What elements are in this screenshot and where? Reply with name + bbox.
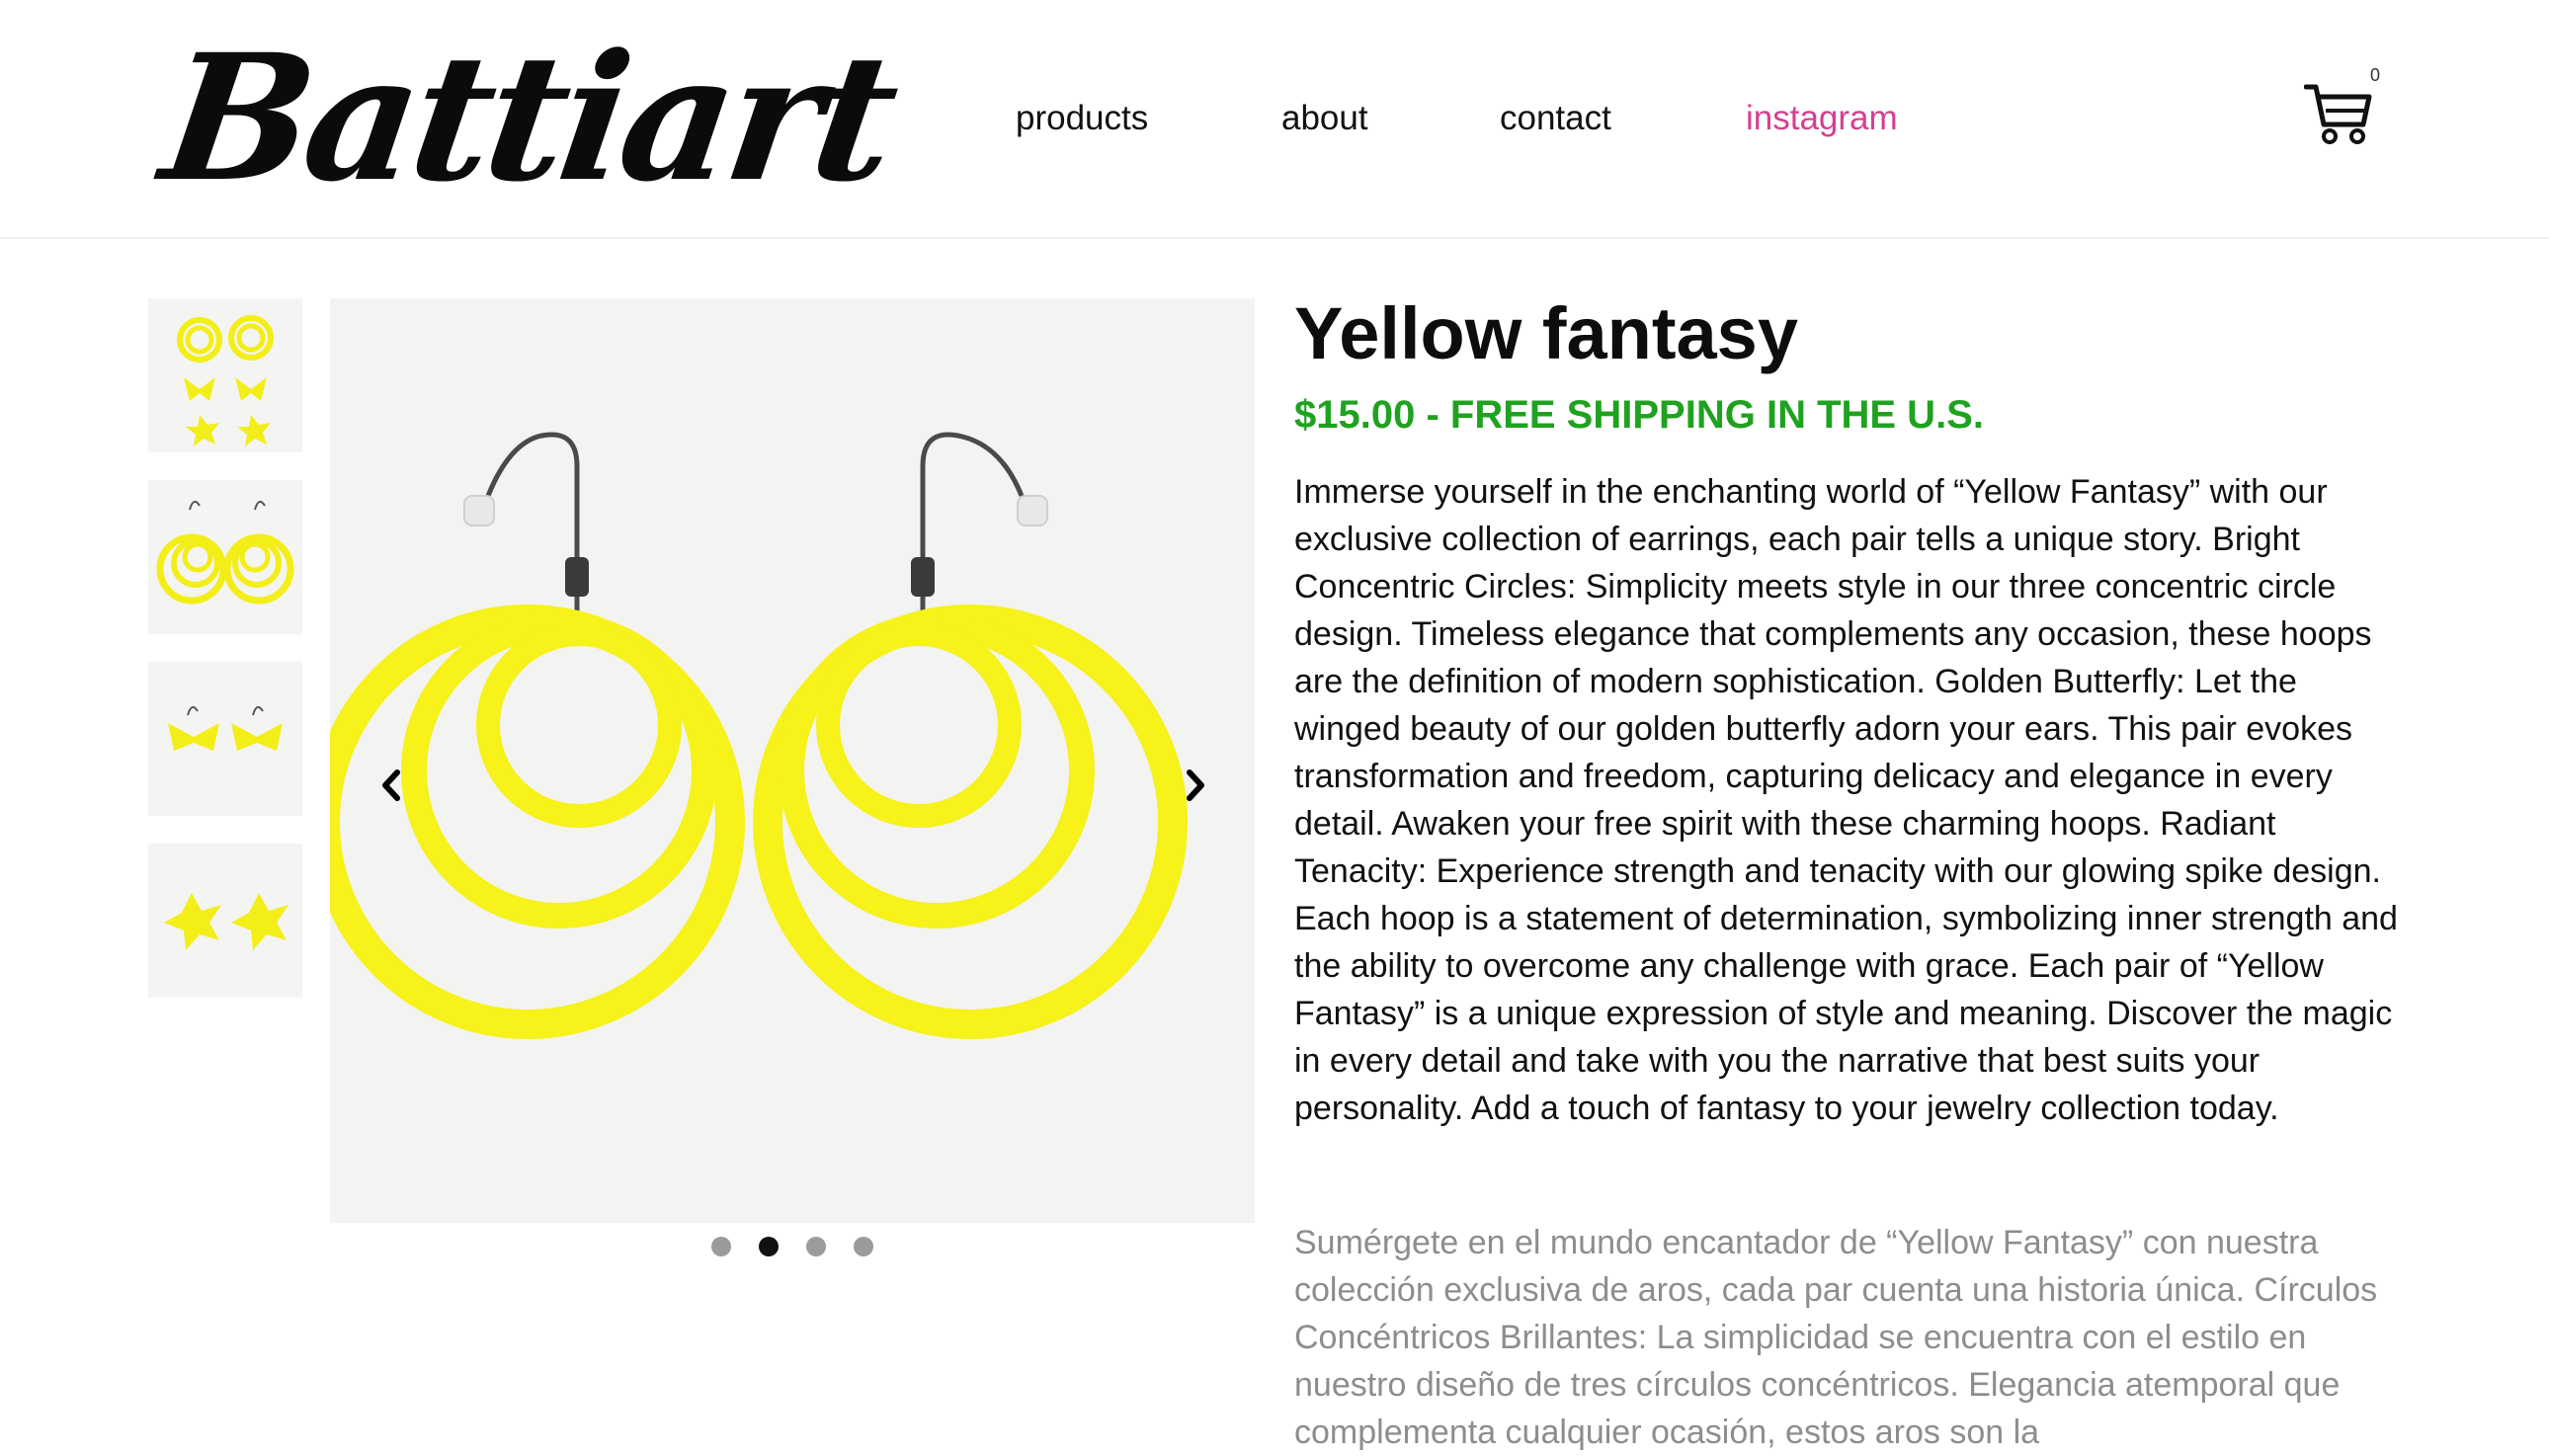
nav-item-instagram[interactable]: instagram bbox=[1746, 89, 1898, 148]
nav-item-products[interactable]: products bbox=[1016, 89, 1148, 148]
nav-item-contact[interactable]: contact bbox=[1500, 89, 1611, 148]
cart-count-badge: 0 bbox=[2370, 65, 2381, 85]
thumbnail-2[interactable] bbox=[148, 480, 302, 634]
brand-logo[interactable]: Battiart bbox=[152, 16, 904, 220]
thumbnail-1[interactable] bbox=[148, 298, 302, 452]
chevron-right-icon bbox=[1187, 769, 1204, 801]
gallery-next-button[interactable] bbox=[1176, 761, 1215, 810]
gallery-prev-button[interactable] bbox=[371, 761, 411, 810]
thumbnail-3[interactable] bbox=[148, 662, 302, 816]
shopping-cart-icon bbox=[2303, 84, 2372, 144]
cart-button[interactable] bbox=[2303, 81, 2373, 146]
product-title: Yellow fantasy bbox=[1294, 292, 1798, 374]
thumbnail-4[interactable] bbox=[148, 844, 302, 998]
product-description-es: Sumérgete en el mundo encantador de “Yel… bbox=[1294, 1224, 2378, 1451]
product-main-image[interactable] bbox=[330, 298, 1255, 1223]
gallery-dot-3[interactable] bbox=[806, 1237, 826, 1256]
thumbnail-image bbox=[168, 705, 283, 751]
product-description-en: Immerse yourself in the enchanting world… bbox=[1294, 473, 2398, 1127]
thumbnail-image bbox=[177, 315, 274, 446]
price-line: $15.00 - FREE SHIPPING IN THE U.S. bbox=[1294, 387, 1984, 443]
site-header: Battiart products about contact instagra… bbox=[0, 0, 2549, 239]
thumbnail-image bbox=[164, 893, 288, 950]
shipping-note: - FREE SHIPPING IN THE U.S. bbox=[1415, 393, 1984, 437]
thumbnail-image bbox=[156, 500, 294, 605]
product-price: $15.00 bbox=[1294, 393, 1416, 437]
gallery-dot-1[interactable] bbox=[711, 1237, 731, 1256]
gallery-dot-2[interactable] bbox=[759, 1237, 779, 1256]
brand-logo-text: Battiart bbox=[151, 16, 904, 220]
gallery-dot-4[interactable] bbox=[854, 1237, 873, 1256]
nav-item-about[interactable]: about bbox=[1281, 89, 1368, 148]
chevron-left-icon bbox=[382, 769, 400, 801]
earrings-image bbox=[330, 432, 1188, 1039]
